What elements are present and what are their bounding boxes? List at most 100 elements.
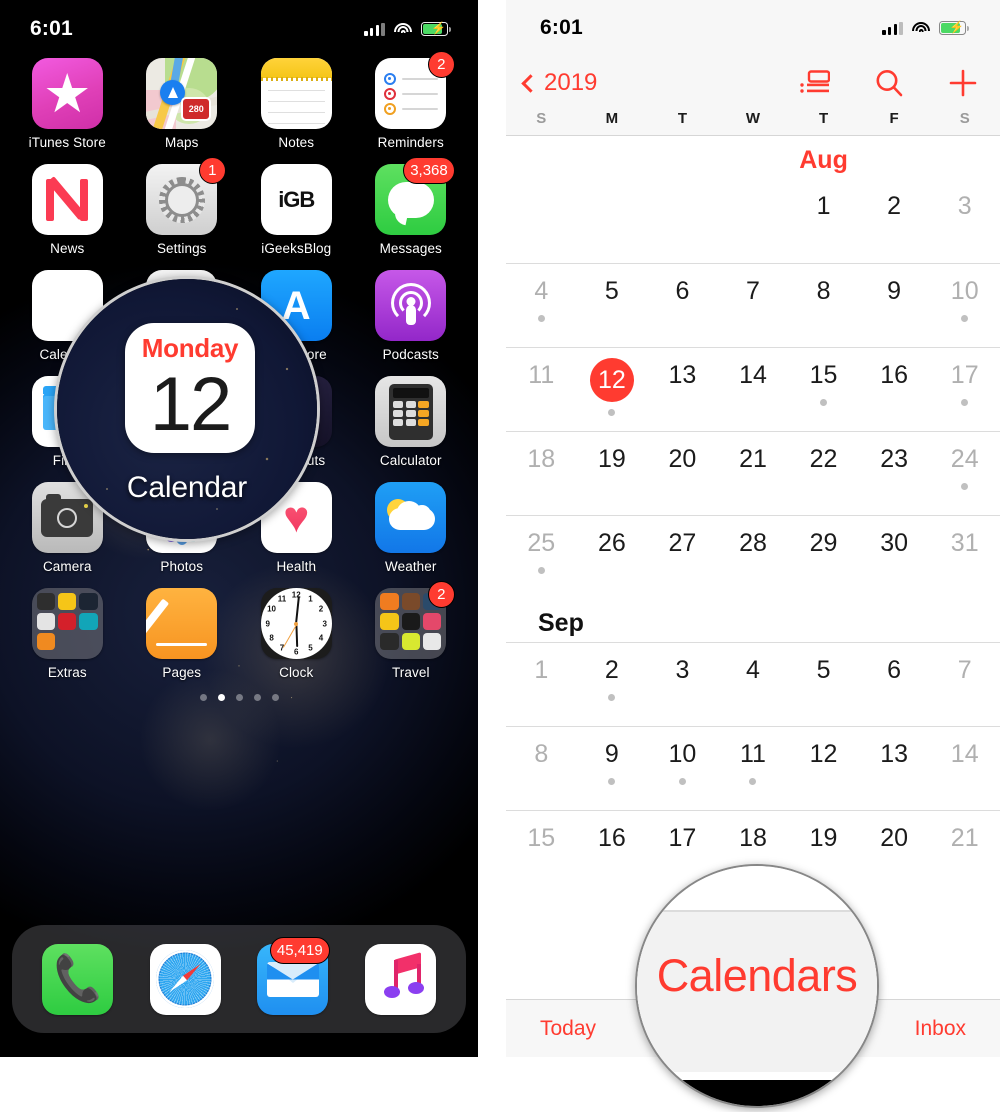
calendar-day-cell[interactable]: 6: [647, 264, 718, 347]
back-to-year-button[interactable]: 2019: [521, 69, 597, 97]
calendar-day-cell[interactable]: 9: [577, 727, 648, 810]
calendar-day-cell[interactable]: 21: [929, 811, 1000, 894]
weather-icon[interactable]: [375, 482, 447, 553]
status-time: 6:01: [30, 17, 73, 40]
calendar-day-cell[interactable]: 11: [718, 727, 789, 810]
calendar-day-cell[interactable]: 2: [859, 179, 930, 263]
news-icon[interactable]: [31, 164, 103, 235]
calendar-day-cell[interactable]: 5: [788, 643, 859, 726]
calendar-scroll-body[interactable]: Aug 1 2 3 4 5 6 7 8 9 10 11 12 13 14 15 16 17 18 19 20 21 22 23…: [506, 136, 1000, 894]
calendar-day-cell[interactable]: 19: [577, 432, 648, 515]
magnified-calendar-icon[interactable]: Monday 12: [125, 323, 255, 453]
day-number: 22: [809, 445, 838, 473]
calendar-day-cell[interactable]: 7: [929, 643, 1000, 726]
calendar-day-cell[interactable]: 4: [718, 643, 789, 726]
calendar-day-cell[interactable]: 1: [788, 179, 859, 263]
music-icon[interactable]: [364, 943, 436, 1015]
app-messages[interactable]: 3,368 Messages: [365, 157, 457, 256]
dock-app-mail[interactable]: 45,419: [254, 936, 332, 1015]
calendar-day-cell[interactable]: 20: [647, 432, 718, 515]
calendar-day-cell[interactable]: 5: [577, 264, 648, 347]
app-podcasts[interactable]: Podcasts: [365, 270, 457, 362]
page-indicator-dots[interactable]: [0, 694, 478, 701]
calendar-day-cell[interactable]: 6: [859, 643, 930, 726]
calendar-day-cell[interactable]: 25: [506, 516, 577, 599]
calendar-day-cell[interactable]: 27: [647, 516, 718, 599]
app-news[interactable]: News: [21, 164, 113, 256]
folder-icon[interactable]: [31, 588, 103, 659]
search-icon[interactable]: [874, 68, 904, 98]
calendar-day-cell[interactable]: 10: [647, 727, 718, 810]
badge-count: 2: [427, 581, 455, 608]
maps-icon[interactable]: 280: [146, 58, 218, 129]
app-notes[interactable]: Notes: [250, 58, 342, 150]
calendar-day-cell[interactable]: 31: [929, 516, 1000, 599]
app-calculator[interactable]: Calculator: [365, 376, 457, 468]
calendar-day-cell[interactable]: 3: [647, 643, 718, 726]
calendar-day-cell[interactable]: 22: [788, 432, 859, 515]
calendar-day-cell[interactable]: 14: [718, 348, 789, 431]
list-view-icon[interactable]: [800, 70, 830, 96]
calendar-day-cell[interactable]: 8: [506, 727, 577, 810]
phone-icon[interactable]: 📞: [42, 943, 114, 1015]
calendar-day-cell[interactable]: 26: [577, 516, 648, 599]
weekday-header-0: S: [536, 110, 547, 127]
app-settings[interactable]: 1 Settings: [136, 157, 228, 256]
notes-icon[interactable]: [260, 58, 332, 129]
app-clock[interactable]: 1 2 3 4 5 6 7 8 9 10 11 12 Clock: [250, 588, 342, 680]
clock-icon[interactable]: 1 2 3 4 5 6 7 8 9 10 11 12: [260, 588, 332, 659]
calendar-day-cell[interactable]: 14: [929, 727, 1000, 810]
app-maps[interactable]: 280 Maps: [136, 58, 228, 150]
calendar-day-cell[interactable]: 3: [929, 179, 1000, 263]
pages-icon[interactable]: [146, 588, 218, 659]
calendar-day-cell[interactable]: 12: [577, 348, 648, 431]
calendar-day-cell[interactable]: 23: [859, 432, 930, 515]
safari-icon[interactable]: [149, 943, 221, 1015]
calendar-day-cell[interactable]: 9: [859, 264, 930, 347]
app-reminders[interactable]: 2 Reminders: [365, 51, 457, 150]
calendar-day-cell[interactable]: 13: [859, 727, 930, 810]
calendar-empty-cell: [718, 179, 789, 263]
status-bar: 6:01 ⚡: [0, 0, 478, 58]
calendar-day-cell[interactable]: 16: [859, 348, 930, 431]
calendar-day-cell[interactable]: 15: [506, 811, 577, 894]
app-itunes-store[interactable]: ★ iTunes Store: [21, 58, 113, 150]
app-label: Podcasts: [382, 347, 439, 362]
calendar-day-cell[interactable]: 4: [506, 264, 577, 347]
today-button[interactable]: Today: [540, 1017, 596, 1041]
calendar-day-cell[interactable]: 24: [929, 432, 1000, 515]
calendar-day-cell[interactable]: 28: [718, 516, 789, 599]
dock-app-music[interactable]: [361, 943, 439, 1015]
app-pages[interactable]: Pages: [136, 588, 228, 680]
magnified-calendars-label[interactable]: Calendars: [637, 950, 877, 1002]
inbox-button[interactable]: Inbox: [915, 1017, 966, 1041]
calendar-day-cell[interactable]: 12: [788, 727, 859, 810]
calendar-day-cell[interactable]: 1: [506, 643, 577, 726]
calendar-day-cell[interactable]: 18: [506, 432, 577, 515]
calendar-day-cell[interactable]: 2: [577, 643, 648, 726]
itunes-store-icon[interactable]: ★: [31, 58, 103, 129]
dock-app-safari[interactable]: [146, 943, 224, 1015]
igeeksblog-icon[interactable]: iGB: [260, 164, 332, 235]
calendar-day-cell[interactable]: 17: [929, 348, 1000, 431]
dock-app-phone[interactable]: 📞: [39, 943, 117, 1015]
magnified-home-indicator-area: [637, 1080, 877, 1106]
calendar-day-cell[interactable]: 30: [859, 516, 930, 599]
calculator-icon[interactable]: [375, 376, 447, 447]
app-folder-extras[interactable]: Extras: [21, 588, 113, 680]
app-weather[interactable]: Weather: [365, 482, 457, 574]
calendar-day-cell[interactable]: 21: [718, 432, 789, 515]
calendar-day-cell[interactable]: 15: [788, 348, 859, 431]
day-number: 26: [597, 529, 626, 557]
calendar-day-cell[interactable]: 7: [718, 264, 789, 347]
calendar-day-cell[interactable]: 13: [647, 348, 718, 431]
app-igeeksblog[interactable]: iGB iGeeksBlog: [250, 164, 342, 256]
podcasts-icon[interactable]: [375, 270, 447, 341]
calendar-day-cell[interactable]: 10: [929, 264, 1000, 347]
calendar-day-cell[interactable]: 11: [506, 348, 577, 431]
calendar-day-cell[interactable]: 8: [788, 264, 859, 347]
day-number: 20: [880, 824, 909, 852]
calendar-day-cell[interactable]: 29: [788, 516, 859, 599]
app-folder-travel[interactable]: 2 Travel: [365, 581, 457, 680]
plus-icon[interactable]: [948, 68, 978, 98]
